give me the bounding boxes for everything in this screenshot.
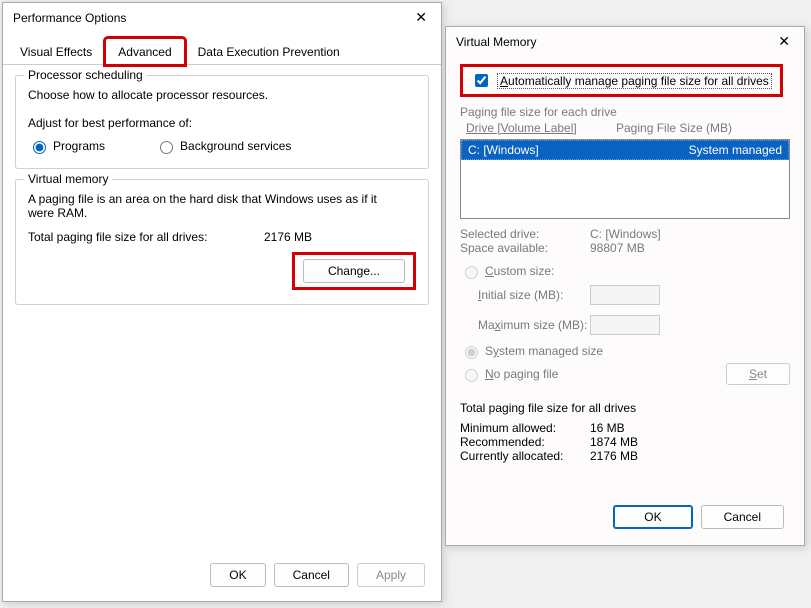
sysmanaged-label-rest: stem managed size bbox=[499, 344, 603, 358]
drive-list[interactable]: C: [Windows] System managed bbox=[460, 139, 790, 219]
radio-programs[interactable]: Programs bbox=[28, 138, 105, 154]
selected-drive-label: Selected drive: bbox=[460, 227, 590, 241]
radio-custom-label-rest: ustom size: bbox=[494, 264, 555, 278]
rec-label: Recommended: bbox=[460, 435, 590, 449]
perf-cancel-button[interactable]: Cancel bbox=[274, 563, 349, 587]
vm-titlebar: Virtual Memory ✕ bbox=[446, 27, 804, 56]
col-size: Paging File Size (MB) bbox=[616, 121, 784, 135]
radio-system-managed: System managed size bbox=[460, 343, 790, 359]
col-drive: Drive [Volume Label] bbox=[466, 121, 616, 135]
cur-value: 2176 MB bbox=[590, 449, 790, 463]
radio-background-input[interactable] bbox=[160, 141, 173, 154]
proc-adjust-label: Adjust for best performance of: bbox=[28, 116, 416, 130]
set-button: Set bbox=[726, 363, 790, 385]
vm-total-label: Total paging file size for all drives: bbox=[28, 230, 258, 244]
min-value: 16 MB bbox=[590, 421, 790, 435]
space-available-row: Space available: 98807 MB bbox=[460, 241, 790, 255]
vm-total-value: 2176 MB bbox=[264, 230, 312, 244]
initial-size-input bbox=[590, 285, 660, 305]
selected-drive-row: Selected drive: C: [Windows] bbox=[460, 227, 790, 241]
vm-ok-button[interactable]: OK bbox=[613, 505, 692, 529]
vm-cancel-button[interactable]: Cancel bbox=[701, 505, 784, 529]
radio-no-paging: No paging file bbox=[460, 366, 558, 382]
perf-ok-button[interactable]: OK bbox=[210, 563, 265, 587]
auto-manage-checkbox[interactable]: Automatically manage paging file size fo… bbox=[471, 71, 772, 90]
tab-dep[interactable]: Data Execution Prevention bbox=[185, 38, 353, 65]
radio-background[interactable]: Background services bbox=[155, 138, 291, 154]
drive-row-size: System managed bbox=[618, 143, 782, 157]
radio-custom-size: Custom size: bbox=[460, 263, 790, 279]
drive-row-drive: C: [Windows] bbox=[468, 143, 618, 157]
close-icon[interactable]: ✕ bbox=[772, 33, 796, 50]
proc-legend: Processor scheduling bbox=[24, 68, 147, 82]
radio-custom-input bbox=[465, 266, 478, 279]
maximum-size-input bbox=[590, 315, 660, 335]
tab-advanced[interactable]: Advanced bbox=[105, 38, 184, 65]
virtual-memory-group: Virtual memory A paging file is an area … bbox=[15, 179, 429, 305]
radio-nopaging-input bbox=[465, 369, 478, 382]
initial-label-rest: nitial size (MB): bbox=[481, 288, 563, 302]
cur-label: Currently allocated: bbox=[460, 449, 590, 463]
space-available-value: 98807 MB bbox=[590, 241, 790, 255]
radio-programs-input[interactable] bbox=[33, 141, 46, 154]
performance-options-dialog: Performance Options ✕ Visual Effects Adv… bbox=[2, 2, 442, 602]
nopaging-label-rest: o paging file bbox=[494, 367, 559, 381]
min-label: Minimum allowed: bbox=[460, 421, 590, 435]
total-legend: Total paging file size for all drives bbox=[460, 401, 790, 415]
vm-legend: Virtual memory bbox=[24, 172, 112, 186]
drive-list-header: Drive [Volume Label] Paging File Size (M… bbox=[460, 119, 790, 137]
drive-row-c[interactable]: C: [Windows] System managed bbox=[461, 140, 789, 160]
vm-title: Virtual Memory bbox=[456, 35, 536, 49]
perf-title: Performance Options bbox=[13, 11, 126, 25]
virtual-memory-dialog: Virtual Memory ✕ Automatically manage pa… bbox=[445, 26, 805, 546]
perf-tabs: Visual Effects Advanced Data Execution P… bbox=[3, 38, 441, 65]
radio-background-label: Background services bbox=[180, 139, 291, 153]
change-button[interactable]: Change... bbox=[303, 259, 405, 283]
tab-visual-effects[interactable]: Visual Effects bbox=[7, 38, 105, 65]
perf-titlebar: Performance Options ✕ bbox=[3, 3, 441, 32]
space-available-label: Space available: bbox=[460, 241, 590, 255]
selected-drive-value: C: [Windows] bbox=[590, 227, 790, 241]
auto-manage-label: Automatically manage paging file size fo… bbox=[497, 73, 772, 89]
auto-manage-input[interactable] bbox=[475, 74, 488, 87]
proc-desc: Choose how to allocate processor resourc… bbox=[28, 88, 416, 102]
each-drive-label: Paging file size for each drive bbox=[460, 105, 790, 119]
maximum-label-rest: imum size (MB): bbox=[501, 318, 588, 332]
vm-desc: A paging file is an area on the hard dis… bbox=[28, 192, 388, 220]
close-icon[interactable]: ✕ bbox=[409, 9, 433, 26]
radio-sysmanaged-input bbox=[465, 346, 478, 359]
radio-programs-label: Programs bbox=[53, 139, 105, 153]
perf-apply-button[interactable]: Apply bbox=[357, 563, 425, 587]
rec-value: 1874 MB bbox=[590, 435, 790, 449]
processor-scheduling-group: Processor scheduling Choose how to alloc… bbox=[15, 75, 429, 169]
